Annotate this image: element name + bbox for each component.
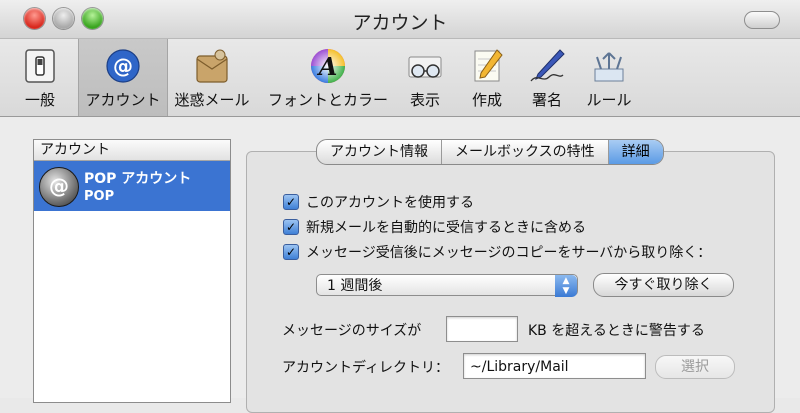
- option-include-auto-check[interactable]: ✓ 新規メールを自動的に受信するときに含める: [283, 217, 586, 237]
- tab-bar: アカウント情報 メールボックスの特性 詳細: [316, 139, 664, 165]
- remove-period-value: 1 週間後: [327, 278, 383, 294]
- account-list: アカウント @ POP アカウント POP: [33, 139, 231, 403]
- content-area: アカウント @ POP アカウント POP アカウント情報 メールボックスの特性…: [0, 117, 800, 413]
- toolbar-label-general: 一般: [24, 91, 55, 109]
- account-list-item[interactable]: @ POP アカウント POP: [34, 161, 230, 211]
- remove-copy-label: メッセージ受信後にメッセージのコピーをサーバから取り除く：: [306, 245, 712, 261]
- toolbar-item-general[interactable]: 一般: [14, 39, 66, 116]
- size-warning-suffix: KB を超えるときに警告する: [528, 323, 705, 339]
- select-arrows-icon: ▲ ▼: [555, 275, 577, 297]
- toolbar-item-viewing[interactable]: 表示: [400, 39, 450, 116]
- option-use-account[interactable]: ✓ このアカウントを使用する: [283, 192, 474, 212]
- toolbar-toggle-button[interactable]: [744, 11, 780, 29]
- font-color-icon: A: [311, 49, 345, 83]
- toolbar-label-composing: 作成: [471, 91, 502, 109]
- toolbar-label-rules: ルール: [586, 91, 632, 109]
- rules-icon: [594, 52, 624, 82]
- pop-account-icon: @: [39, 167, 79, 207]
- option-remove-copy[interactable]: ✓ メッセージ受信後にメッセージのコピーをサーバから取り除く：: [283, 242, 711, 262]
- pen-signature-icon: [530, 49, 565, 82]
- toolbar-label-viewing: 表示: [409, 91, 440, 109]
- account-type: POP: [84, 189, 115, 204]
- choose-directory-button[interactable]: 選択: [655, 355, 735, 379]
- toolbar-item-signatures[interactable]: 署名: [522, 39, 572, 116]
- size-warning-prefix: メッセージのサイズが: [282, 323, 422, 339]
- toolbar-label-fonts-colors: フォントとカラー: [267, 91, 388, 109]
- account-name: POP アカウント: [84, 171, 192, 187]
- account-list-header: アカウント: [34, 140, 230, 161]
- tab-advanced[interactable]: 詳細: [608, 140, 663, 164]
- account-directory-field[interactable]: ~/Library/Mail: [463, 353, 646, 379]
- account-directory-label: アカウントディレクトリ：: [282, 360, 450, 376]
- window-title: アカウント: [352, 12, 448, 34]
- toolbar: 一般 @ アカウント 迷惑メール A フォントとカラー 表示 作成 署名 ルール: [0, 39, 800, 117]
- include-auto-check-label: 新規メールを自動的に受信するときに含める: [306, 220, 586, 236]
- toolbar-label-accounts: アカウント: [85, 91, 161, 109]
- toolbar-item-composing[interactable]: 作成: [462, 39, 512, 116]
- glasses-icon: [408, 56, 442, 78]
- toolbar-item-fonts-colors[interactable]: A フォントとカラー: [262, 39, 394, 116]
- svg-text:@: @: [113, 54, 133, 78]
- include-auto-check-checkbox[interactable]: ✓: [283, 219, 299, 235]
- use-account-label: このアカウントを使用する: [306, 195, 474, 211]
- pencil-paper-icon: [474, 49, 503, 82]
- tab-mailbox-behaviors[interactable]: メールボックスの特性: [442, 140, 609, 164]
- remove-period-select[interactable]: 1 週間後 ▲ ▼: [316, 274, 578, 297]
- toolbar-item-accounts[interactable]: @ アカウント: [78, 39, 168, 116]
- title-bar: アカウント: [0, 0, 800, 39]
- toolbar-label-junk-mail: 迷惑メール: [174, 91, 250, 109]
- use-account-checkbox[interactable]: ✓: [283, 194, 299, 210]
- toolbar-item-junk-mail[interactable]: 迷惑メール: [170, 39, 254, 116]
- svg-text:A: A: [317, 52, 338, 81]
- tab-account-info[interactable]: アカウント情報: [317, 140, 442, 164]
- toolbar-label-signatures: 署名: [531, 91, 562, 109]
- remove-now-button[interactable]: 今すぐ取り除く: [593, 273, 734, 297]
- size-warning-field[interactable]: [446, 316, 518, 342]
- junk-mail-icon: [196, 49, 228, 83]
- general-switch-icon: [25, 49, 55, 83]
- toolbar-item-rules[interactable]: ルール: [578, 39, 640, 116]
- at-sign-icon: @: [106, 49, 140, 83]
- remove-copy-checkbox[interactable]: ✓: [283, 244, 299, 260]
- preferences-window: アカウント 一般 @ アカウント 迷惑メール A フォントとカラー 表示 作成 …: [0, 0, 800, 413]
